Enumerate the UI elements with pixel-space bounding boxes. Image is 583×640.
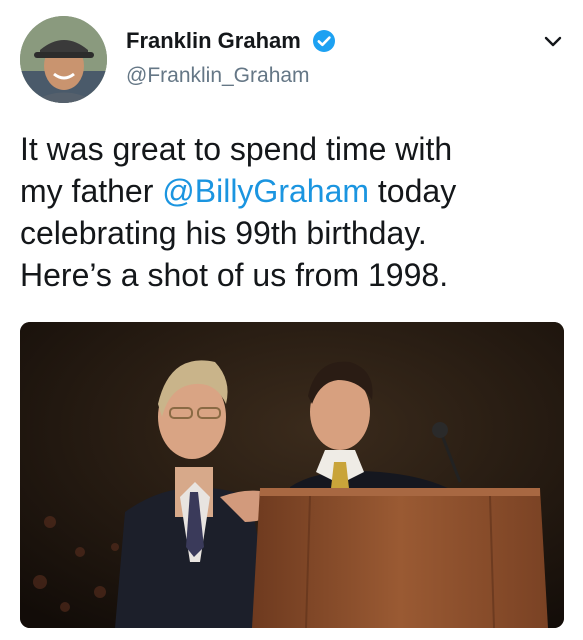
verified-badge-icon [313,30,335,52]
author-display-name[interactable]: Franklin Graham [126,28,301,54]
tweet-text: It was great to spend time with my fathe… [20,128,565,296]
tweet-line: my father @BillyGraham today [20,173,457,209]
tweet-line: celebrating his 99th birthday. [20,215,427,251]
tweet-photo[interactable] [20,322,564,628]
tweet-line: It was great to spend time with [20,131,453,167]
chevron-down-icon[interactable] [542,30,564,52]
author-handle[interactable]: @Franklin_Graham [126,64,310,88]
author-avatar[interactable] [20,16,107,103]
tweet-card: Franklin Graham @Franklin_Graham It was … [0,0,583,640]
mention-link[interactable]: @BillyGraham [162,173,369,209]
tweet-line: Here’s a shot of us from 1998. [20,257,449,293]
